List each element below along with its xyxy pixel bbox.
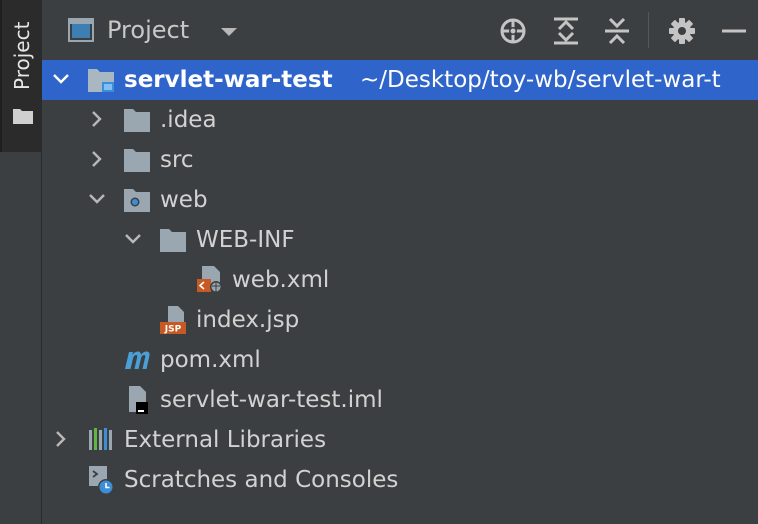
xml-file-icon (197, 266, 222, 293)
chevron-down-icon[interactable] (88, 180, 106, 220)
tool-window-strip: Project (0, 0, 42, 524)
iml-file-icon (129, 386, 148, 414)
tree-row-external-libraries[interactable]: External Libraries (42, 420, 758, 460)
web-folder-icon (124, 189, 150, 212)
folder-icon (160, 229, 186, 252)
module-folder-icon (88, 69, 114, 92)
project-tree: servlet-war-test ~/Desktop/toy-wb/servle… (42, 60, 758, 524)
tree-row-idea[interactable]: .idea (42, 100, 758, 140)
chevron-down-icon[interactable] (220, 26, 238, 38)
chevron-right-icon[interactable] (52, 420, 70, 460)
tool-window-icon (68, 18, 94, 42)
tree-item-label: web (160, 187, 208, 213)
folder-icon (13, 109, 33, 124)
project-header: Project (42, 0, 758, 60)
toolbar-separator (648, 12, 649, 48)
gear-icon[interactable] (667, 16, 697, 46)
folder-icon (124, 149, 150, 172)
tree-row-src[interactable]: src (42, 140, 758, 180)
tree-item-label: src (160, 147, 194, 173)
tree-item-path: ~/Desktop/toy-wb/servlet-war-t (360, 67, 721, 93)
svg-text:JSP: JSP (164, 325, 182, 335)
hide-minus-icon[interactable] (720, 16, 750, 46)
expand-all-icon[interactable] (551, 16, 581, 46)
chevron-right-icon[interactable] (88, 100, 106, 140)
tree-row-pom-xml[interactable]: pom.xml (42, 340, 758, 380)
tree-item-label: servlet-war-test.iml (160, 387, 383, 413)
project-tool-window: Project Project servlet-war-test ~/Deskt… (0, 0, 758, 524)
tree-item-label: WEB-INF (196, 227, 295, 253)
tree-row-scratches[interactable]: Scratches and Consoles (42, 460, 758, 500)
tree-row-web[interactable]: web (42, 180, 758, 220)
locate-icon[interactable] (498, 16, 528, 46)
tree-row-web-xml[interactable]: web.xml (42, 260, 758, 300)
tree-row-root[interactable]: servlet-war-test ~/Desktop/toy-wb/servle… (42, 60, 758, 100)
view-selector-label[interactable]: Project (107, 14, 189, 46)
maven-icon (125, 351, 150, 369)
project-side-tab-label: Project (10, 21, 34, 91)
chevron-right-icon[interactable] (88, 140, 106, 180)
tree-row-index-jsp[interactable]: JSP index.jsp (42, 300, 758, 340)
tree-item-label: index.jsp (196, 307, 300, 333)
folder-icon (124, 109, 150, 132)
tree-item-label: External Libraries (124, 427, 327, 453)
project-side-tab[interactable]: Project (0, 0, 41, 152)
collapse-all-icon[interactable] (602, 16, 632, 46)
tree-item-label: pom.xml (160, 347, 261, 373)
scratches-icon (89, 466, 114, 495)
chevron-down-icon[interactable] (124, 220, 142, 260)
tree-row-web-inf[interactable]: WEB-INF (42, 220, 758, 260)
chevron-down-icon[interactable] (52, 60, 70, 100)
tree-item-label: servlet-war-test (124, 67, 333, 93)
jsp-file-icon: JSP (160, 306, 186, 335)
libraries-icon (89, 428, 112, 450)
tree-item-label: .idea (160, 107, 217, 133)
tree-item-label: web.xml (232, 267, 330, 293)
tree-row-iml[interactable]: servlet-war-test.iml (42, 380, 758, 420)
tree-item-label: Scratches and Consoles (124, 467, 399, 493)
